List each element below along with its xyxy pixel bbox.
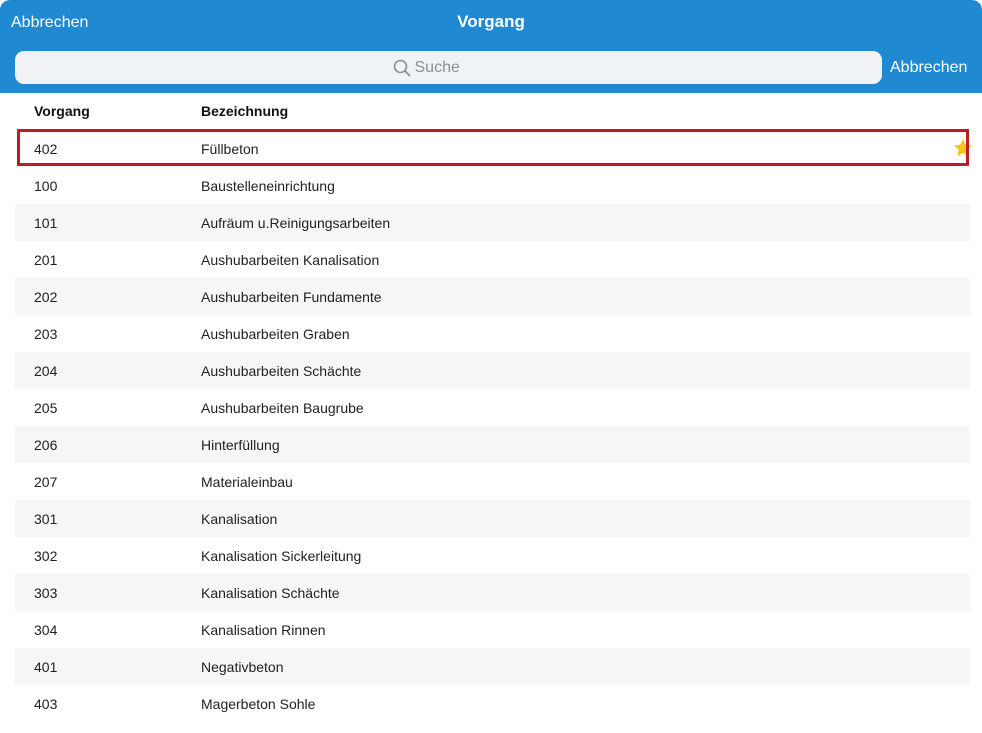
row-id: 202 [34, 289, 58, 305]
row-name: Magerbeton Sohle [201, 696, 316, 712]
table-row[interactable]: 203 Aushubarbeiten Graben [15, 315, 970, 352]
row-name: Aushubarbeiten Graben [201, 326, 350, 342]
navigation-header: Abbrechen Vorgang Abbrechen [0, 0, 982, 93]
table-row[interactable]: 206 Hinterfüllung [15, 426, 970, 463]
row-id: 203 [34, 326, 58, 342]
row-name: Negativbeton [201, 659, 284, 675]
table-row[interactable]: 304 Kanalisation Rinnen [15, 611, 970, 648]
row-name: Aufräum u.Reinigungsarbeiten [201, 215, 391, 231]
search-icon [393, 59, 411, 77]
row-id: 206 [34, 437, 58, 453]
table-row[interactable]: 100 Baustelleneinrichtung [15, 167, 970, 204]
table-row[interactable]: 403 Magerbeton Sohle [15, 685, 970, 722]
row-name: Kanalisation [201, 511, 278, 527]
table-row[interactable]: 401 Negativbeton [15, 648, 970, 685]
search-inner [393, 58, 505, 77]
row-id: 302 [34, 548, 58, 564]
row-id: 403 [34, 696, 58, 712]
search-cancel-button[interactable]: Abbrechen [890, 57, 967, 79]
table-row[interactable]: 201 Aushubarbeiten Kanalisation [15, 241, 970, 278]
table-row[interactable]: 204 Aushubarbeiten Schächte [15, 352, 970, 389]
row-id: 101 [34, 215, 58, 231]
search-input[interactable] [414, 58, 505, 77]
row-id: 100 [34, 178, 58, 194]
row-name: Aushubarbeiten Schächte [201, 363, 362, 379]
search-bar[interactable] [15, 51, 882, 84]
row-name: Aushubarbeiten Fundamente [201, 289, 382, 305]
row-name: Hinterfüllung [201, 437, 280, 453]
table-row[interactable]: 301 Kanalisation [15, 500, 970, 537]
row-name: Kanalisation Schächte [201, 585, 340, 601]
page-title: Vorgang [457, 12, 525, 31]
table-row[interactable]: 302 Kanalisation Sickerleitung [15, 537, 970, 574]
row-name: Baustelleneinrichtung [201, 178, 335, 194]
table-row[interactable]: 303 Kanalisation Schächte [15, 574, 970, 611]
row-id: 401 [34, 659, 58, 675]
table-row[interactable]: 202 Aushubarbeiten Fundamente [15, 278, 970, 315]
column-header-vorgang[interactable]: Vorgang [34, 103, 90, 119]
row-name: Kanalisation Rinnen [201, 622, 326, 638]
table-row[interactable]: 205 Aushubarbeiten Baugrube [15, 389, 970, 426]
row-id: 303 [34, 585, 58, 601]
row-name: Aushubarbeiten Kanalisation [201, 252, 380, 268]
row-name: Kanalisation Sickerleitung [201, 548, 362, 564]
row-id: 207 [34, 474, 58, 490]
table-row[interactable]: 207 Materialeinbau [15, 463, 970, 500]
table-header: Vorgang Bezeichnung [15, 93, 970, 130]
app-window: Abbrechen Vorgang Abbrechen Vorgang Beze… [0, 0, 982, 733]
row-id: 304 [34, 622, 58, 638]
row-id: 301 [34, 511, 58, 527]
row-id: 402 [34, 141, 58, 157]
row-name: Füllbeton [201, 141, 259, 157]
table-row[interactable]: 402 Füllbeton [15, 130, 973, 167]
row-id: 201 [34, 252, 58, 268]
column-header-bezeichnung[interactable]: Bezeichnung [201, 103, 288, 119]
row-name: Materialeinbau [201, 474, 293, 490]
table-row[interactable]: 101 Aufräum u.Reinigungsarbeiten [15, 204, 970, 241]
vorgang-table: Vorgang Bezeichnung 402 Füllbeton 100 Ba… [15, 93, 973, 722]
row-name: Aushubarbeiten Baugrube [201, 400, 364, 416]
row-id: 205 [34, 400, 58, 416]
row-id: 204 [34, 363, 58, 379]
star-icon[interactable] [952, 137, 974, 159]
